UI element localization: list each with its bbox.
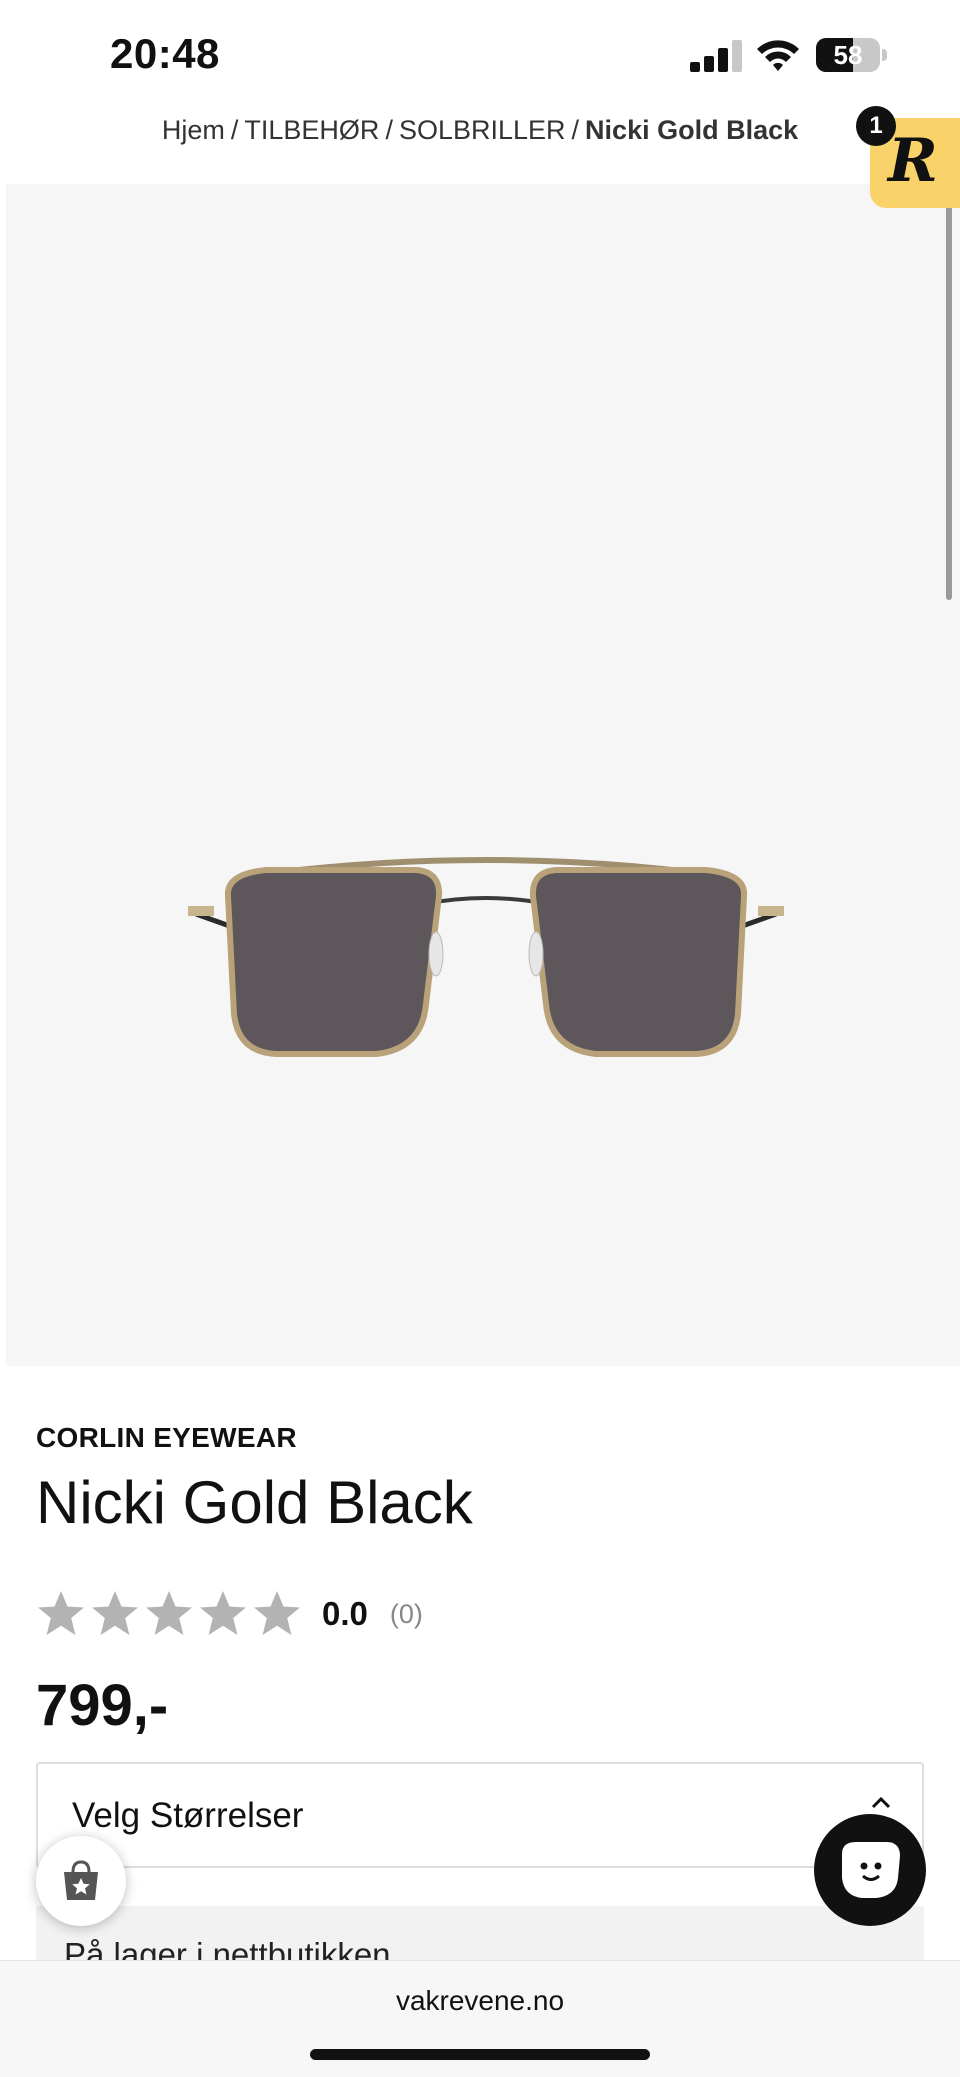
rewards-count-badge: 1 [856,106,896,146]
home-indicator[interactable] [310,2049,650,2060]
star-icon [200,1591,246,1635]
breadcrumb-accessories[interactable]: TILBEHØR [244,115,379,145]
star-icon [92,1591,138,1635]
rating-stars [36,1589,306,1639]
status-time: 20:48 [110,30,220,77]
browser-url-bar[interactable]: vakrevene.no [0,1960,960,2077]
chat-button[interactable] [814,1814,926,1926]
rating-count: (0) [389,1598,423,1629]
chevron-up-icon [871,1796,891,1809]
rating-value: 0.0 [322,1595,368,1632]
chat-face-icon [842,1842,900,1898]
url-text: vakrevene.no [395,1985,565,2016]
star-icon [38,1591,84,1635]
product-rating[interactable]: 0.0 (0) [36,1588,423,1640]
breadcrumb-separator: / [385,115,393,145]
stock-status-label: På lager i nettbutikken [64,1936,391,1962]
product-image[interactable] [6,184,960,1366]
battery-percent: 58 [833,40,863,70]
shopping-bag-star-icon [64,1860,98,1900]
breadcrumb-sunglasses[interactable]: SOLBRILLER [399,115,566,145]
stock-status: På lager i nettbutikken [36,1906,924,1962]
cellular-signal-icon [690,40,742,72]
breadcrumb-current: Nicki Gold Black [585,115,799,145]
sunglasses-image [188,857,784,1057]
product-brand[interactable]: CORLIN EYEWEAR [36,1422,297,1454]
battery-icon: 58 [816,38,887,72]
star-icon [146,1591,192,1635]
breadcrumb-home[interactable]: Hjem [162,115,225,145]
wishlist-button[interactable] [36,1836,126,1926]
product-price: 799,- [36,1673,169,1738]
size-selector[interactable]: Velg Størrelser [36,1762,924,1868]
breadcrumb: Hjem / TILBEHØR / SOLBRILLER / Nicki Gold Blac… [0,115,960,146]
page-scrollbar[interactable] [946,200,952,600]
star-icon [254,1591,300,1635]
rewards-logo: R [888,126,938,196]
breadcrumb-separator: / [571,115,580,145]
breadcrumb-separator: / [230,115,239,145]
wifi-icon [757,40,799,71]
status-bar: 20:48 58 [0,0,960,110]
size-selector-label: Velg Størrelser [72,1796,304,1835]
product-title: Nicki Gold Black [36,1469,473,1536]
